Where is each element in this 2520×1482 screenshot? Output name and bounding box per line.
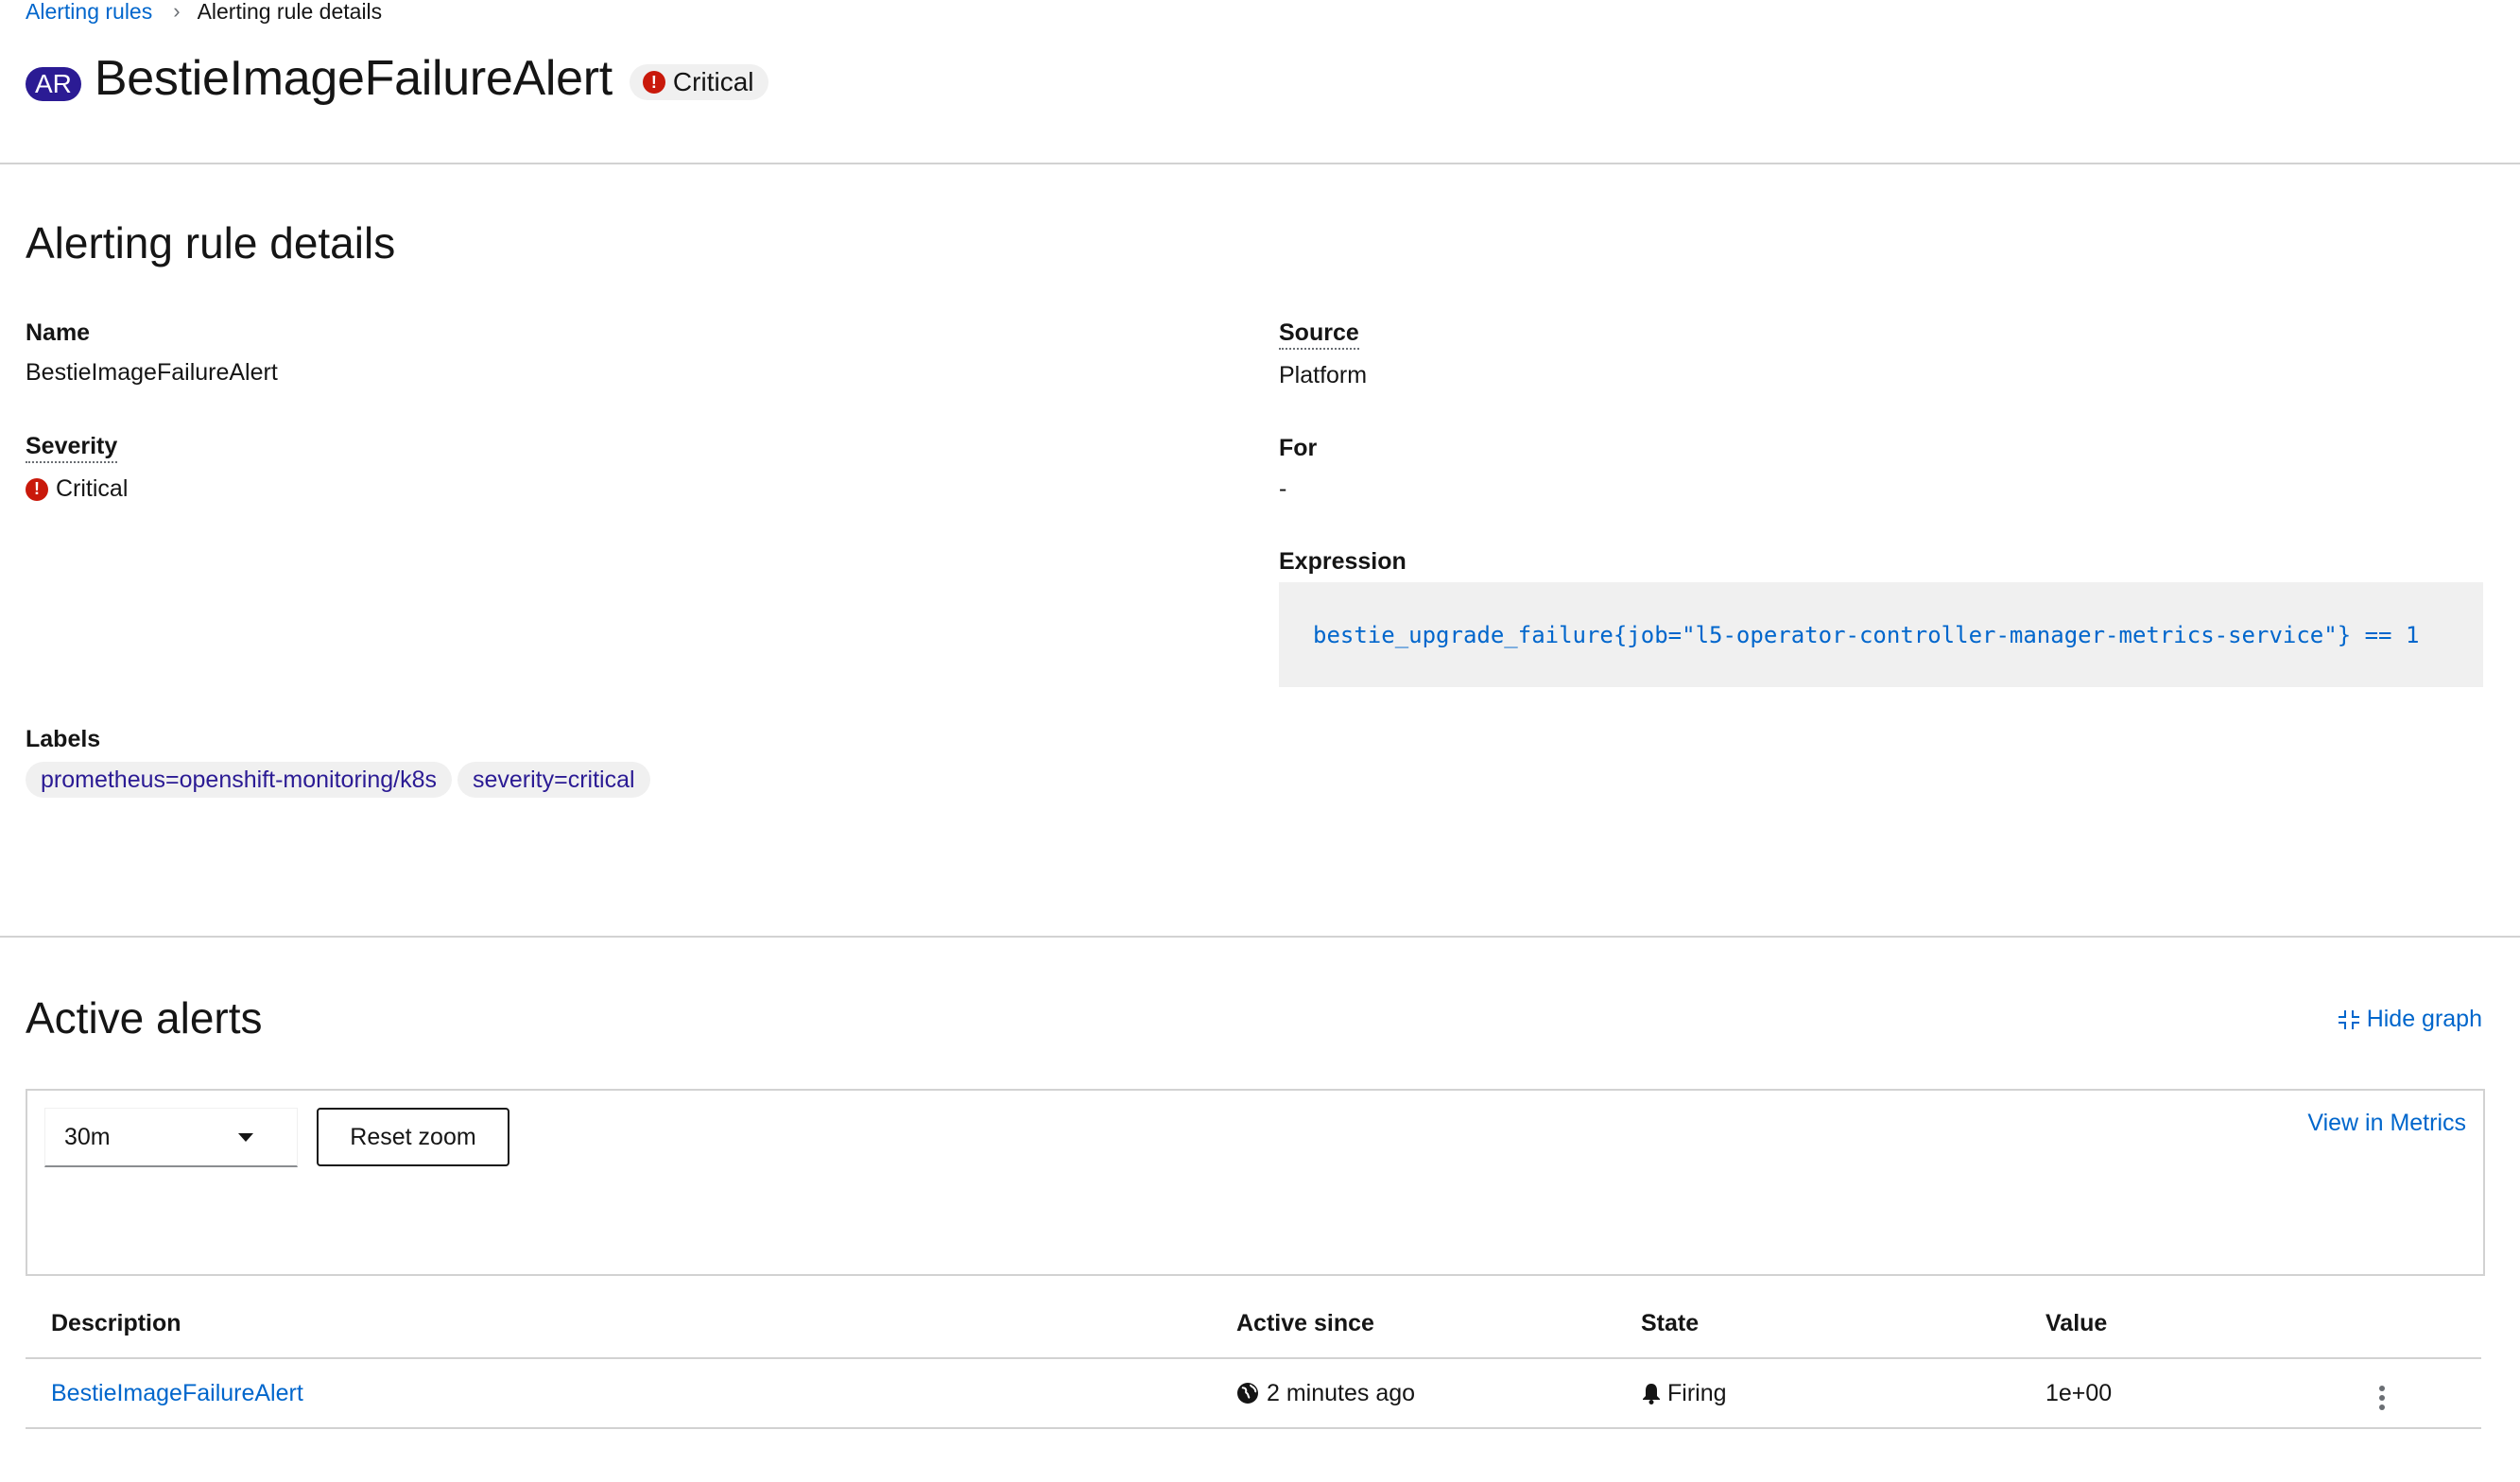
severity-pill: ! Critical <box>629 64 769 100</box>
details-heading: Alerting rule details <box>26 218 396 267</box>
compress-icon <box>2338 1009 2359 1029</box>
name-value: BestieImageFailureAlert <box>26 359 278 386</box>
table-header-row: Description Active since State Value <box>26 1289 2481 1359</box>
state-cell: Firing <box>1641 1380 2045 1407</box>
caret-down-icon <box>238 1132 253 1142</box>
expression-box: bestie_upgrade_failure{job="l5-operator-… <box>1279 582 2483 687</box>
alert-description-link[interactable]: BestieImageFailureAlert <box>51 1380 303 1406</box>
column-header-state: State <box>1641 1289 2045 1359</box>
label-chip[interactable]: severity=critical <box>457 762 650 798</box>
graph-panel: 30m Reset zoom View in Metrics <box>26 1089 2485 1276</box>
exclamation-circle-icon: ! <box>642 71 665 94</box>
column-header-active-since: Active since <box>1236 1289 1641 1359</box>
hide-graph-button[interactable]: Hide graph <box>2337 1006 2482 1033</box>
for-label: For <box>1279 435 1318 461</box>
globe-icon <box>1237 1383 1258 1404</box>
for-value: - <box>1279 475 1287 502</box>
breadcrumb-current: Alerting rule details <box>197 0 383 24</box>
name-label: Name <box>26 319 91 346</box>
active-since-value: 2 minutes ago <box>1267 1379 1416 1406</box>
source-value: Platform <box>1279 362 1368 388</box>
reset-zoom-button[interactable]: Reset zoom <box>317 1108 509 1166</box>
severity-value: ! Critical <box>26 475 128 503</box>
severity-label-text: Severity <box>26 433 118 463</box>
bell-icon <box>1643 1384 1660 1404</box>
active-alerts-heading: Active alerts <box>26 993 263 1043</box>
breadcrumb-alerting-rules-link[interactable]: Alerting rules <box>26 0 152 25</box>
exclamation-circle-icon: ! <box>26 477 48 501</box>
timespan-dropdown-toggle[interactable] <box>195 1108 298 1167</box>
view-in-metrics-link[interactable]: View in Metrics <box>2307 1110 2466 1137</box>
expression-label: Expression <box>1279 548 1407 575</box>
section-divider <box>0 936 2520 938</box>
severity-value-text: Critical <box>56 475 129 502</box>
table-row: BestieImageFailureAlert 2 minutes ago Fi… <box>26 1358 2481 1429</box>
page-header: AR BestieImageFailureAlert ! Critical <box>26 47 769 110</box>
source-label-text: Source <box>1279 319 1359 350</box>
hide-graph-label: Hide graph <box>2366 1006 2482 1032</box>
severity-label[interactable]: Severity <box>26 433 118 463</box>
kebab-icon[interactable] <box>2373 1386 2391 1410</box>
label-chip[interactable]: prometheus=openshift-monitoring/k8s <box>26 762 452 798</box>
breadcrumb: Alerting rules › Alerting rule details <box>26 0 383 25</box>
labels-list: prometheus=openshift-monitoring/k8s seve… <box>26 762 656 798</box>
timespan-input[interactable]: 30m <box>44 1108 195 1167</box>
active-since-cell: 2 minutes ago <box>1236 1380 1641 1407</box>
header-divider <box>0 163 2520 164</box>
column-header-actions <box>2357 1289 2481 1359</box>
timespan-select: 30m <box>44 1108 298 1167</box>
alerts-table: Description Active since State Value Bes… <box>26 1289 2481 1429</box>
column-header-value: Value <box>2045 1289 2357 1359</box>
column-header-description: Description <box>26 1289 1236 1359</box>
value-cell: 1e+00 <box>2045 1358 2357 1429</box>
chevron-right-icon: › <box>173 0 181 23</box>
resource-badge: AR <box>26 67 81 101</box>
page-title: BestieImageFailureAlert <box>94 51 613 106</box>
alert-rule-page: Alerting rules › Alerting rule details A… <box>0 0 2520 1482</box>
severity-pill-label: Critical <box>672 67 754 96</box>
expression-value: bestie_upgrade_failure{job="l5-operator-… <box>1313 621 2420 648</box>
state-value: Firing <box>1667 1379 1727 1406</box>
source-label[interactable]: Source <box>1279 319 1359 350</box>
labels-label: Labels <box>26 726 101 752</box>
